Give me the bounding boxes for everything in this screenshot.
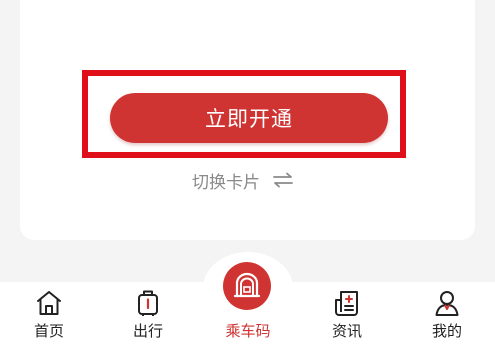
tab-travel-label: 出行 xyxy=(132,322,163,340)
tab-ride-code-label: 乘车码 xyxy=(225,322,271,340)
user-icon xyxy=(435,291,459,316)
tab-news[interactable]: 资讯 xyxy=(312,282,382,350)
news-icon xyxy=(335,291,358,316)
swap-arrows-icon xyxy=(273,172,293,188)
tab-mine[interactable]: 我的 xyxy=(412,282,482,350)
tab-news-label: 资讯 xyxy=(331,322,362,340)
tab-travel[interactable]: 出行 xyxy=(113,282,183,350)
tab-home[interactable]: 首页 xyxy=(14,282,84,350)
home-icon xyxy=(37,291,61,315)
switch-card-label: 切换卡片 xyxy=(192,172,260,193)
subway-qr-icon xyxy=(233,272,261,298)
app-screen: 立即开通 切换卡片 首页 出行 乘车码 资讯 我的 xyxy=(0,0,495,350)
activate-now-button[interactable]: 立即开通 xyxy=(110,93,388,143)
tab-home-label: 首页 xyxy=(33,322,64,340)
luggage-icon xyxy=(138,290,158,316)
tab-mine-label: 我的 xyxy=(431,322,462,340)
switch-card-button[interactable]: 切换卡片 xyxy=(192,167,294,193)
ride-code-button[interactable] xyxy=(223,262,271,310)
